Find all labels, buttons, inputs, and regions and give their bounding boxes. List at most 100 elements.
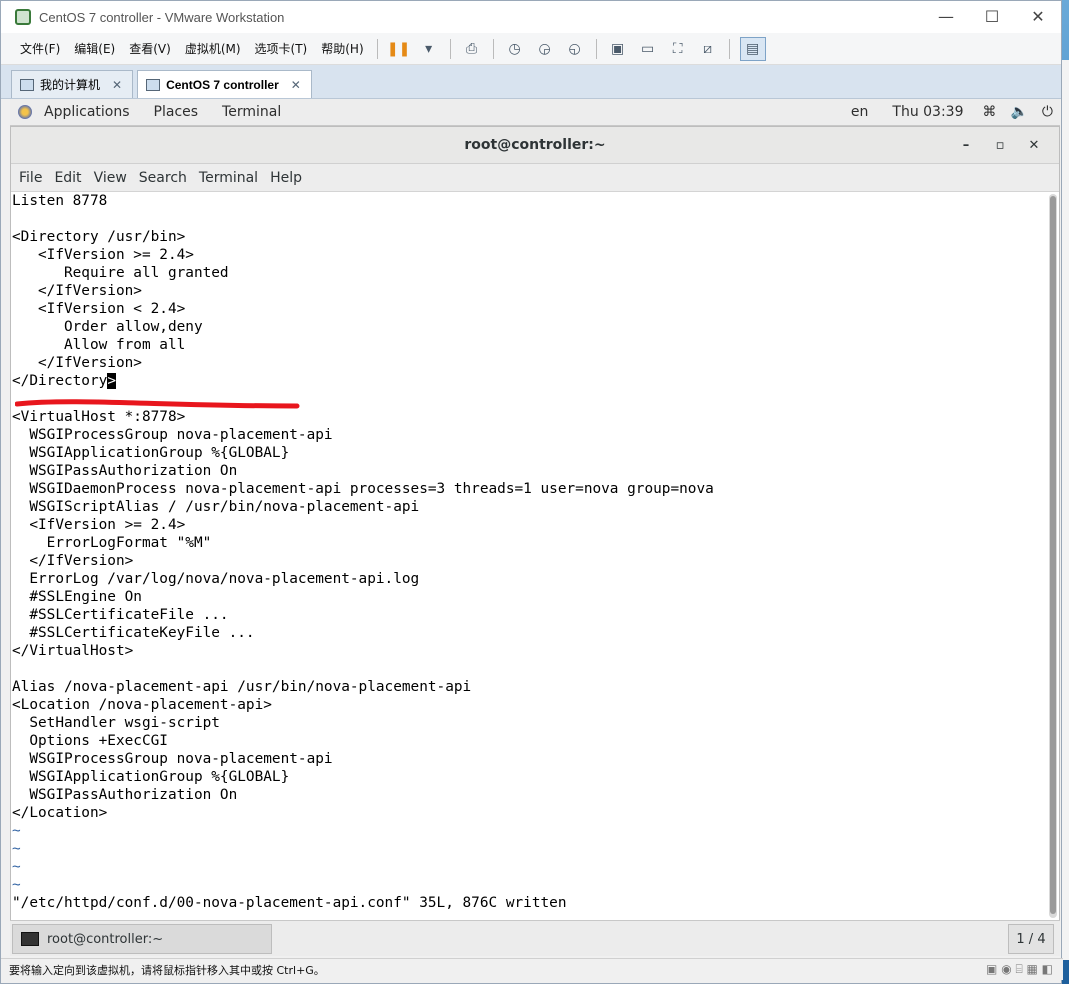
terminal-menu-bar: File Edit View Search Terminal Help bbox=[11, 164, 1059, 192]
terminal-close-button[interactable]: ✕ bbox=[1017, 127, 1051, 164]
terminal-line: WSGIProcessGroup nova-placement-api bbox=[12, 426, 1046, 444]
terminal-line-text: #SSLCertificateFile ... bbox=[12, 607, 229, 623]
pause-icon[interactable]: ❚❚ bbox=[387, 39, 410, 59]
terminal-line-text: WSGIApplicationGroup %{GLOBAL} bbox=[12, 769, 290, 785]
menu-view[interactable]: 查看(V) bbox=[122, 40, 178, 57]
terminal-scrollbar[interactable] bbox=[1049, 194, 1057, 918]
terminal-minimize-button[interactable]: – bbox=[949, 127, 983, 164]
power-icon[interactable]: ⏻ bbox=[1035, 104, 1060, 120]
vmware-status-bar: 要将输入定向到该虚拟机，请将鼠标指针移入其中或按 Ctrl+G。 ▣ ◉ ⌸ ▦… bbox=[1, 958, 1063, 980]
computer-icon bbox=[20, 78, 34, 91]
terminal-line: SetHandler wsgi-script bbox=[12, 714, 1046, 732]
terminal-line-text: "/etc/httpd/conf.d/00-nova-placement-api… bbox=[12, 895, 567, 911]
terminal-window: root@controller:~ – ▫ ✕ File Edit View S… bbox=[10, 126, 1060, 956]
snapshot-icon[interactable]: ◷ bbox=[504, 39, 526, 59]
places-menu[interactable]: Places bbox=[142, 104, 211, 120]
terminal-line: WSGIApplicationGroup %{GLOBAL} bbox=[12, 444, 1046, 462]
terminal-maximize-button[interactable]: ▫ bbox=[983, 127, 1017, 164]
terminal-line-text: WSGIScriptAlias / /usr/bin/nova-placemen… bbox=[12, 499, 420, 515]
terminal-line-text: </Location> bbox=[12, 805, 108, 821]
terminal-line-text: #SSLEngine On bbox=[12, 589, 142, 605]
terminal-line: </VirtualHost> bbox=[12, 642, 1046, 660]
terminal-line: <Location /nova-placement-api> bbox=[12, 696, 1046, 714]
tab-centos-controller[interactable]: CentOS 7 controller ✕ bbox=[137, 70, 312, 98]
terminal-line: WSGIPassAuthorization On bbox=[12, 462, 1046, 480]
terminal-line: <Directory /usr/bin> bbox=[12, 228, 1046, 246]
taskbar-label: root@controller:~ bbox=[47, 931, 164, 947]
menu-file[interactable]: 文件(F) bbox=[13, 40, 67, 57]
vmware-title-bar: CentOS 7 controller - VMware Workstation… bbox=[1, 1, 1061, 33]
network-icon[interactable]: ⌘ bbox=[975, 104, 1003, 120]
revert-snapshot-icon[interactable]: ◶ bbox=[534, 39, 556, 59]
terminal-menu-terminal[interactable]: Terminal bbox=[193, 170, 264, 186]
menu-help[interactable]: 帮助(H) bbox=[314, 40, 370, 57]
terminal-line-text: Options +ExecCGI bbox=[12, 733, 168, 749]
terminal-line: ~ bbox=[12, 876, 1046, 894]
red-annotation-underline bbox=[15, 399, 300, 409]
menu-vm[interactable]: 虚拟机(M) bbox=[178, 40, 248, 57]
terminal-line: #SSLEngine On bbox=[12, 588, 1046, 606]
console-view-icon[interactable]: ▭ bbox=[637, 39, 659, 59]
terminal-line-text: SetHandler wsgi-script bbox=[12, 715, 220, 731]
toolbar-separator bbox=[449, 38, 451, 59]
device-status-icons[interactable]: ▣ ◉ ⌸ ▦ ◧ bbox=[986, 962, 1053, 977]
terminal-content[interactable]: Listen 8778 <Directory /usr/bin> <IfVersi… bbox=[11, 192, 1059, 920]
terminal-line-text: Order allow,deny bbox=[12, 319, 203, 335]
menu-edit[interactable]: 编辑(E) bbox=[67, 40, 122, 57]
terminal-line: Require all granted bbox=[12, 264, 1046, 282]
dropdown-icon[interactable]: ▾ bbox=[418, 39, 440, 59]
terminal-menu-search[interactable]: Search bbox=[133, 170, 193, 186]
close-button[interactable]: ✕ bbox=[1015, 2, 1061, 32]
terminal-line: Allow from all bbox=[12, 336, 1046, 354]
toolbar-separator bbox=[492, 38, 494, 59]
applications-menu[interactable]: Applications bbox=[32, 104, 142, 120]
sidebar-toggle-icon[interactable]: ▣ bbox=[607, 39, 629, 59]
gnome-bottom-panel: root@controller:~ 1 / 4 bbox=[10, 920, 1060, 956]
language-indicator[interactable]: en bbox=[839, 104, 881, 120]
terminal-line-text: </IfVersion> bbox=[12, 355, 142, 371]
toolbar-separator bbox=[595, 38, 597, 59]
toolbar-separator bbox=[728, 38, 730, 59]
terminal-text: Listen 8778 <Directory /usr/bin> <IfVersi… bbox=[12, 192, 1046, 912]
terminal-line: WSGIDaemonProcess nova-placement-api pro… bbox=[12, 480, 1046, 498]
terminal-line-text: Allow from all bbox=[12, 337, 186, 353]
vmware-tab-bar: 我的计算机 ✕ CentOS 7 controller ✕ bbox=[1, 65, 1061, 99]
terminal-line: WSGIPassAuthorization On bbox=[12, 786, 1046, 804]
scrollbar-thumb[interactable] bbox=[1050, 196, 1056, 914]
terminal-menu-edit[interactable]: Edit bbox=[48, 170, 87, 186]
send-ctrl-alt-del-icon[interactable]: ⎙ bbox=[461, 39, 483, 59]
terminal-line: #SSLCertificateFile ... bbox=[12, 606, 1046, 624]
terminal-menu-view[interactable]: View bbox=[88, 170, 133, 186]
unity-icon[interactable]: ⧄ bbox=[697, 39, 719, 59]
terminal-line-text: Listen 8778 bbox=[12, 193, 108, 209]
vm-icon bbox=[146, 78, 161, 91]
terminal-line: <IfVersion >= 2.4> bbox=[12, 516, 1046, 534]
taskbar-item-terminal[interactable]: root@controller:~ bbox=[12, 924, 272, 954]
clock[interactable]: Thu 03:39 bbox=[880, 104, 975, 120]
terminal-line-text: ~ bbox=[12, 859, 21, 875]
fullscreen-icon[interactable]: ⛶ bbox=[667, 39, 689, 59]
terminal-line: ~ bbox=[12, 858, 1046, 876]
terminal-line: ~ bbox=[12, 840, 1046, 858]
minimize-button[interactable]: — bbox=[923, 2, 969, 32]
terminal-line-text: Alias /nova-placement-api /usr/bin/nova-… bbox=[12, 679, 472, 695]
library-view-icon[interactable]: ▤ bbox=[739, 36, 766, 61]
terminal-line: Options +ExecCGI bbox=[12, 732, 1046, 750]
terminal-menu-help[interactable]: Help bbox=[264, 170, 308, 186]
terminal-line-text: </Directory bbox=[12, 373, 108, 389]
close-tab-icon[interactable]: ✕ bbox=[291, 78, 301, 92]
system-tray: en Thu 03:39 ⌘ 🔈 ⏻ bbox=[839, 104, 1060, 120]
terminal-line-text: WSGIProcessGroup nova-placement-api bbox=[12, 427, 333, 443]
workspace-pager[interactable]: 1 / 4 bbox=[1008, 924, 1054, 954]
tab-my-computer[interactable]: 我的计算机 ✕ bbox=[11, 70, 134, 98]
terminal-menu-file[interactable]: File bbox=[13, 170, 48, 186]
maximize-button[interactable]: ☐ bbox=[969, 2, 1015, 32]
volume-icon[interactable]: 🔈 bbox=[1003, 104, 1034, 120]
terminal-app-menu[interactable]: Terminal bbox=[210, 104, 293, 120]
menu-tabs[interactable]: 选项卡(T) bbox=[248, 40, 315, 57]
snapshot-manager-icon[interactable]: ◵ bbox=[564, 39, 586, 59]
toolbar-separator bbox=[376, 38, 378, 59]
terminal-title: root@controller:~ bbox=[464, 137, 606, 153]
close-tab-icon[interactable]: ✕ bbox=[112, 78, 122, 92]
